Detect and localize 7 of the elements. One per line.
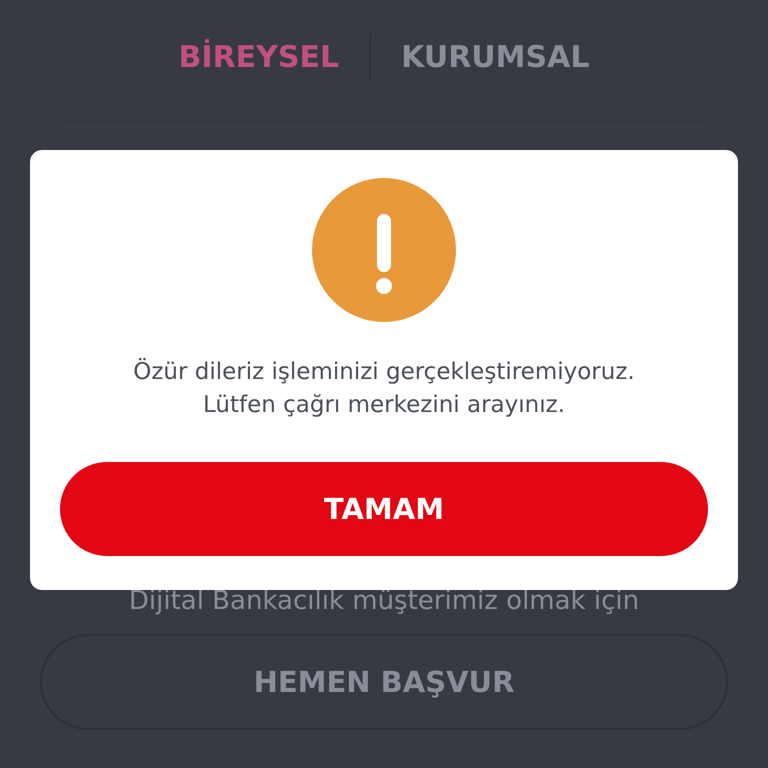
segment-tab[interactable]: KURUMSAL xyxy=(401,40,590,74)
ok-button[interactable]: TAMAM xyxy=(60,462,708,556)
dialog-message: Özür dileriz işleminizi gerçekleştiremiyoruz. Lütfen çağrı merkezini arayınız. xyxy=(133,357,635,420)
segment-tab[interactable]: BİREYSEL xyxy=(178,40,340,74)
warning-icon xyxy=(312,178,456,322)
promo-text: Dijital Bankacılık müşterimiz olmak için xyxy=(128,586,640,616)
apply-button[interactable]: HEMEN BAŞVUR xyxy=(40,634,728,730)
